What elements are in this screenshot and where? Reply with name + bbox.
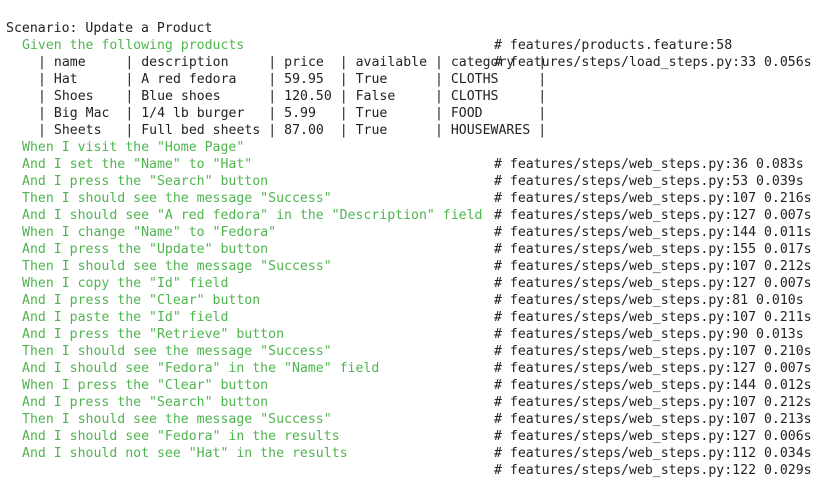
step-line: And I press the "Search" button # featur… [0, 156, 828, 206]
terminal-output: Scenario: Update a Product # features/pr… [0, 0, 828, 478]
step-line: Then I should see the message "Success" … [0, 173, 828, 223]
table-header-row: | name | description | price | available… [0, 37, 828, 70]
step-line: Then I should see the message "Success" … [0, 394, 828, 444]
step-line: And I should not see "Hat" in the result… [0, 428, 828, 478]
step-line: And I should see "Fedora" in the "Name" … [0, 343, 828, 393]
step-line: When I change "Name" to "Fedora" # featu… [0, 207, 828, 257]
step-line: And I press the "Search" button # featur… [0, 377, 828, 427]
step-line: Then I should see the message "Success" … [0, 326, 828, 376]
table-row: | Shoes | Blue shoes | 120.50 | False | … [0, 71, 828, 104]
step-line: And I paste the "Id" field # features/st… [0, 292, 828, 342]
table-row: | Sheets | Full bed sheets | 87.00 | Tru… [0, 105, 828, 138]
scenario-line: Scenario: Update a Product # features/pr… [0, 3, 828, 53]
step-line: When I press the "Clear" button # featur… [0, 360, 828, 410]
step-location: # features/steps/web_steps.py:122 0.029s [494, 463, 812, 478]
step-line: And I press the "Clear" button # feature… [0, 275, 828, 325]
table-row: | Big Mac | 1/4 lb burger | 5.99 | True … [0, 88, 828, 121]
step-line: When I copy the "Id" field # features/st… [0, 258, 828, 308]
step-line: And I press the "Update" button # featur… [0, 224, 828, 274]
table-row: | Hat | A red fedora | 59.95 | True | CL… [0, 54, 828, 87]
step-line: Then I should see the message "Success" … [0, 241, 828, 291]
given-line: Given the following products # features/… [0, 20, 828, 70]
step-line: And I press the "Retrieve" button # feat… [0, 309, 828, 359]
step-line: And I should see "Fedora" in the results… [0, 411, 828, 461]
step-line: And I set the "Name" to "Hat" # features… [0, 139, 828, 189]
step-line: And I should see "A red fedora" in the "… [0, 190, 828, 240]
step-line: When I visit the "Home Page" # features/… [0, 122, 828, 172]
